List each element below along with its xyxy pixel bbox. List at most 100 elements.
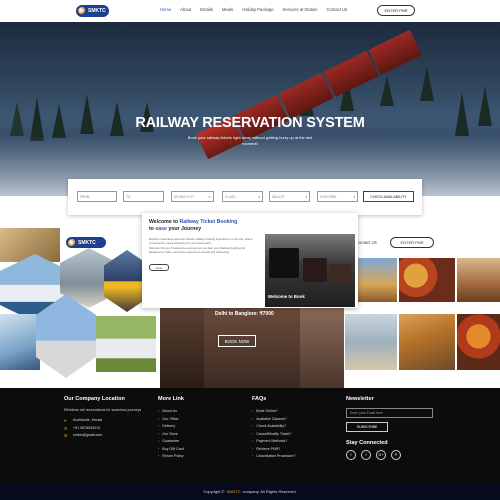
date-input[interactable]: DD-MM-YYYY ▭ — [171, 191, 214, 202]
children-select-label: CHILDREN — [320, 194, 337, 199]
offer-banner: Delhi to Banglore: ₹7000 BOOK NOW — [204, 307, 300, 387]
chevron-right-icon: › — [252, 416, 254, 421]
footer-newsletter-column: Newsletter Enter your Email here SUBSCRI… — [346, 396, 441, 460]
chevron-down-icon: ▾ — [305, 194, 307, 199]
collage-photo — [300, 308, 344, 388]
check-availability-button[interactable]: CHECK AVAILABILITY — [363, 191, 414, 202]
brand-logo[interactable]: SMKTC — [76, 5, 109, 17]
welcome-paragraph: Explore a seamless and user-friendly rai… — [149, 237, 253, 245]
class-select[interactable]: CLASS ▾ — [222, 191, 263, 202]
chevron-right-icon: › — [252, 424, 254, 428]
globe-icon — [78, 7, 86, 15]
stay-connected-heading: Stay Connected — [346, 440, 388, 446]
chevron-right-icon: › — [158, 439, 160, 443]
footer-links-column: More Link › About Us › Our Office › Deliver… — [158, 396, 238, 461]
footer-address: ⌖ Kozhikode, Kerala — [64, 417, 144, 425]
secondary-nav-contact[interactable]: Contact Us — [356, 240, 377, 245]
collage-arch-photo — [399, 314, 455, 370]
chevron-right-icon: › — [158, 454, 160, 458]
chevron-right-icon: › — [158, 446, 160, 451]
faq-link[interactable]: › Cancel/Modify Ticket? — [252, 431, 332, 439]
secondary-brand-logo[interactable]: SMKTC — [66, 237, 106, 248]
chevron-right-icon: › — [252, 409, 254, 413]
faq-link[interactable]: › Book Online? — [252, 408, 332, 416]
adults-select[interactable]: ADULTS ▾ — [269, 191, 310, 202]
book-now-button[interactable]: BOOK NOW — [218, 335, 256, 347]
faq-link-label: Book Online? — [256, 409, 278, 413]
welcome-image-caption: Welcome to Book — [268, 294, 305, 299]
offer-route-price: Delhi to Banglore: ₹7000 — [215, 311, 274, 317]
footer-phone-text: +91 9876543210 — [73, 425, 101, 430]
footer-phone[interactable]: ✆ +91 9876543210 — [64, 425, 144, 433]
hero-title: RAILWAY RESERVATION SYSTEM — [135, 115, 365, 131]
copyright-brand-link[interactable]: SMKTC — [227, 489, 241, 494]
subscribe-button[interactable]: SUBSCRIBE — [346, 422, 388, 432]
to-input[interactable]: TO — [123, 191, 164, 202]
chevron-right-icon: › — [158, 409, 160, 413]
faq-link[interactable]: › Payment Methods? — [252, 438, 332, 446]
footer-email-text: smktc@gmail.com — [73, 433, 103, 437]
secondary-brand-logo-text: SMKTC — [78, 239, 96, 246]
faq-link[interactable]: › Cancellation Procedure? — [252, 453, 332, 461]
children-select[interactable]: CHILDREN ▾ — [317, 191, 358, 202]
nav-item-details[interactable]: Details — [200, 7, 213, 12]
faq-link-label: Cancellation Procedure? — [256, 454, 296, 458]
footer-link-label: Buy Gift Card — [162, 446, 184, 451]
chevron-right-icon: › — [252, 439, 254, 443]
chevron-down-icon: ▾ — [353, 194, 355, 199]
welcome-description: Explore a seamless and user-friendly rai… — [149, 237, 257, 254]
footer-link[interactable]: › Our Office — [158, 416, 238, 424]
nav-item-contact-us[interactable]: Contact Us — [326, 7, 347, 12]
nav-item-services-at-station[interactable]: Services at Station — [283, 7, 318, 12]
pinterest-icon[interactable]: P — [391, 450, 401, 460]
footer-link[interactable]: › Guarantee — [158, 438, 238, 446]
copyright-bar: Copyright © SMKTC company. All Rights Re… — [0, 483, 500, 500]
location-pin-icon: ⌖ — [64, 418, 67, 423]
twitter-icon[interactable]: t — [361, 450, 371, 460]
newsletter-email-input[interactable]: Enter your Email here — [346, 408, 433, 418]
faq-link[interactable]: › Available Classes? — [252, 416, 332, 424]
brand-logo-text: SMKTC — [88, 8, 106, 14]
chevron-right-icon: › — [252, 454, 254, 458]
footer-email[interactable]: ✉ smktc@gmail.com — [64, 432, 144, 440]
collage-suv-photo — [96, 316, 156, 372]
welcome-train-image: Welcome to Book — [265, 234, 355, 307]
welcome-title-text: your Journey — [166, 226, 202, 232]
footer-link[interactable]: › Return Policy — [158, 453, 238, 461]
enter-pnr-button[interactable]: ENTER PNR — [377, 5, 415, 16]
faq-link[interactable]: › Check Availability? — [252, 423, 332, 431]
welcome-title-highlight: Railway Ticket Booking — [179, 219, 238, 225]
footer-faqs-heading: FAQs — [252, 396, 267, 402]
nav-item-meals[interactable]: Meals — [222, 7, 233, 12]
nav-item-holiday-package[interactable]: Holiday Package — [242, 7, 273, 12]
more-button[interactable]: more — [149, 264, 169, 271]
nav-item-home[interactable]: Home — [160, 7, 171, 12]
secondary-enter-pnr-button[interactable]: ENTER PNR — [390, 237, 434, 248]
facebook-icon[interactable]: f — [346, 450, 356, 460]
site-footer: Our Company Location Effortless rail res… — [0, 388, 500, 483]
faq-link[interactable]: › Retrieve PNR? — [252, 446, 332, 454]
footer-faqs-column: FAQs › Book Online? › Available Classes? ›… — [252, 396, 332, 461]
footer-location-heading: Our Company Location — [64, 396, 125, 402]
welcome-title: Welcome to Railway Ticket Booking to eas… — [149, 219, 237, 233]
footer-location-column: Our Company Location Effortless rail res… — [64, 396, 144, 440]
footer-tagline: Effortless rail reservations for seamles… — [64, 408, 142, 412]
welcome-card: Welcome to Railway Ticket Booking to eas… — [142, 213, 358, 308]
hero-banner: RAILWAY RESERVATION SYSTEM Book your rai… — [0, 22, 500, 196]
train-search-form: FROM TO DD-MM-YYYY ▭ CLASS ▾ ADULTS ▾ CH… — [68, 179, 422, 215]
nav-item-about[interactable]: About — [180, 7, 191, 12]
google-plus-icon[interactable]: G+ — [376, 450, 386, 460]
footer-link[interactable]: › Buy Gift Card — [158, 446, 238, 454]
footer-link[interactable]: › Our Store — [158, 431, 238, 439]
social-links: f t G+ P — [346, 450, 441, 460]
from-input[interactable]: FROM — [77, 191, 117, 202]
footer-link[interactable]: › Delivery — [158, 423, 238, 431]
faq-link-label: Payment Methods? — [256, 439, 288, 443]
welcome-title-text: Welcome to — [149, 219, 180, 225]
chevron-right-icon: › — [158, 424, 160, 428]
copyright-text: company. All Rights Reserved. — [242, 489, 297, 494]
footer-link[interactable]: › About Us — [158, 408, 238, 416]
faq-link-label: Retrieve PNR? — [256, 446, 281, 451]
top-navbar: SMKTC Home About Details Meals Holiday P… — [0, 0, 500, 22]
collage-photo — [160, 308, 210, 388]
